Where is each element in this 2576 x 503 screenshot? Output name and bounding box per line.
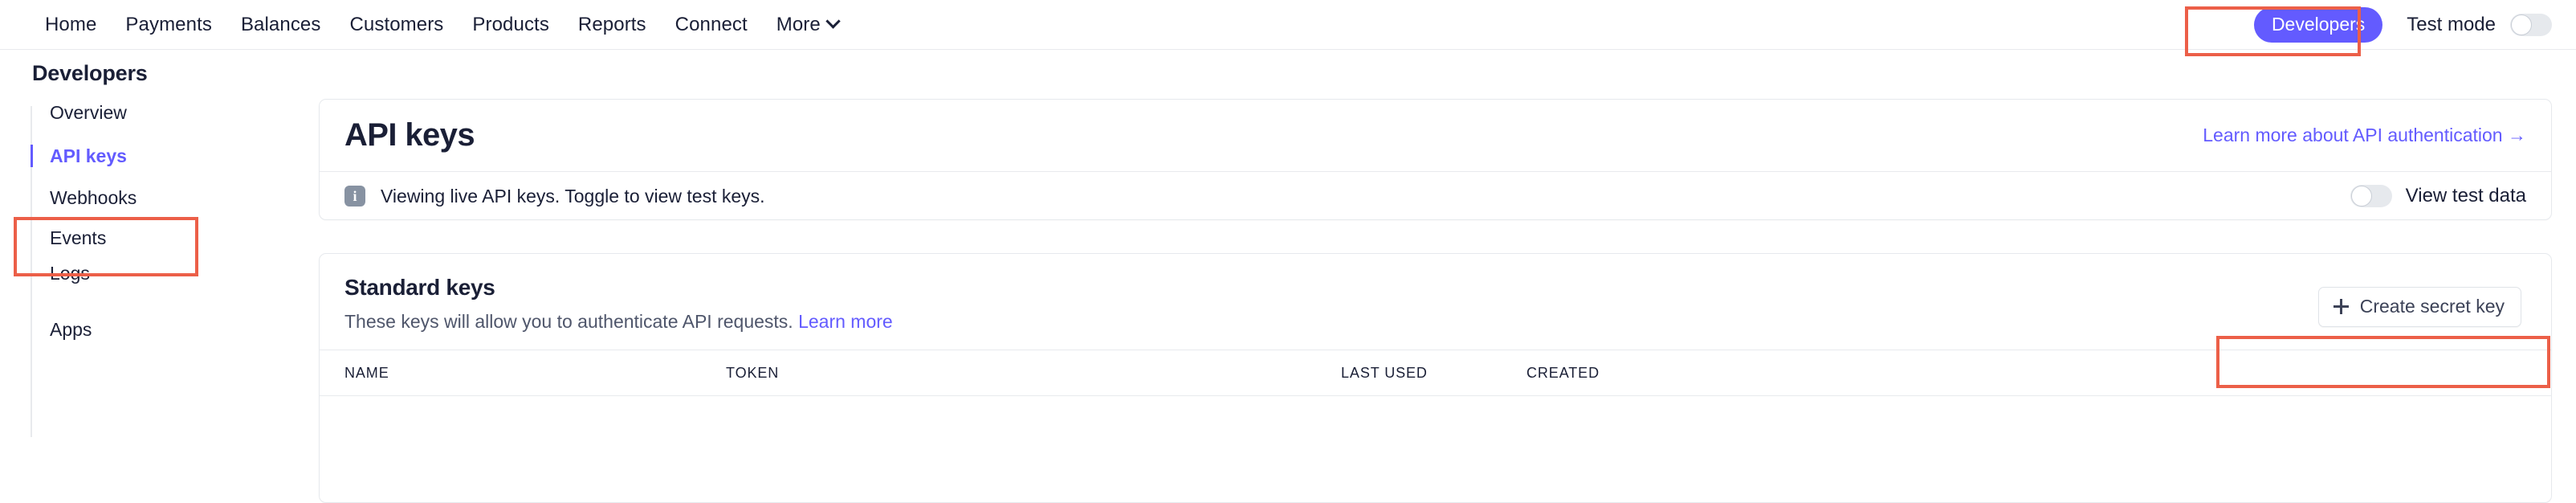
table-column-header-name: NAME [344, 365, 389, 381]
nav-item-label: Home [45, 13, 97, 35]
sidebar-item-webhooks[interactable]: Webhooks [31, 182, 271, 214]
table-column-header-last-used: LAST USED [1341, 365, 1428, 381]
banner-text: Viewing live API keys. Toggle to view te… [381, 185, 765, 207]
toggle-knob [2350, 186, 2372, 207]
plus-icon [2333, 299, 2349, 314]
toggle-knob [2511, 14, 2532, 35]
sidebar-item-apps[interactable]: Apps [31, 313, 271, 346]
page-title: API keys [344, 117, 475, 153]
nav-item-label: Balances [240, 13, 321, 35]
nav-item-label: More [776, 13, 821, 35]
create-secret-key-button[interactable]: Create secret key [2317, 287, 2521, 327]
sidebar-item-label: API keys [50, 145, 127, 166]
sidebar-item-api-keys[interactable]: API keys [31, 140, 271, 172]
nav-item-products[interactable]: Products [458, 9, 564, 41]
sidebar-item-logs[interactable]: Logs [31, 257, 271, 289]
learn-more-api-authentication-link[interactable]: Learn more about API authentication → [2203, 125, 2526, 146]
view-test-data-control: View test data [2350, 185, 2526, 207]
test-mode-control: Test mode [2407, 14, 2552, 36]
standard-keys-title: Standard keys [344, 275, 495, 300]
sidebar-item-label: Events [50, 227, 107, 248]
nav-item-connect[interactable]: Connect [661, 9, 762, 41]
view-test-data-toggle[interactable] [2350, 185, 2392, 207]
top-navigation-bar: Home Payments Balances Customers Product… [0, 0, 2576, 50]
view-test-data-label: View test data [2405, 185, 2526, 207]
nav-item-customers[interactable]: Customers [335, 9, 458, 41]
sidebar-title: Developers [32, 61, 148, 85]
top-nav-items: Home Payments Balances Customers Product… [31, 9, 853, 41]
keys-table-header-row: NAME TOKEN LAST USED CREATED [320, 350, 2551, 396]
standard-keys-learn-more-link[interactable]: Learn more [798, 311, 893, 332]
nav-item-reports[interactable]: Reports [564, 9, 661, 41]
sidebar-item-label: Logs [50, 262, 90, 284]
info-icon: i [344, 186, 365, 207]
api-keys-card: API keys Learn more about API authentica… [319, 99, 2552, 220]
nav-item-balances[interactable]: Balances [226, 9, 336, 41]
developers-button[interactable]: Developers [2253, 7, 2383, 43]
table-header-border [320, 395, 2551, 396]
nav-item-label: Customers [349, 13, 444, 35]
standard-keys-card: Standard keys These keys will allow you … [319, 253, 2552, 503]
main-content: API keys Learn more about API authentica… [319, 50, 2576, 503]
sidebar-item-events[interactable]: Events [31, 222, 271, 254]
nav-item-payments[interactable]: Payments [111, 9, 226, 41]
chevron-down-icon [825, 14, 841, 29]
live-keys-banner: i Viewing live API keys. Toggle to view … [320, 172, 2551, 220]
sidebar: Developers Overview API keys Webhooks Ev… [0, 50, 319, 503]
sidebar-item-label: Webhooks [50, 186, 137, 208]
nav-item-label: Reports [577, 13, 646, 35]
sidebar-item-label: Overview [50, 101, 127, 123]
standard-keys-description-text: These keys will allow you to authenticat… [344, 311, 793, 332]
standard-keys-description: These keys will allow you to authenticat… [344, 311, 2526, 333]
table-column-header-created: CREATED [1526, 365, 1600, 381]
standard-keys-header: Standard keys These keys will allow you … [320, 254, 2551, 350]
sidebar-item-overview[interactable]: Overview [31, 96, 271, 129]
nav-item-label: Payments [125, 13, 212, 35]
nav-item-label: Connect [675, 13, 748, 35]
sidebar-item-label: Apps [50, 318, 92, 340]
nav-item-label: Products [472, 13, 549, 35]
top-nav-actions: Developers Test mode [2253, 0, 2576, 50]
test-mode-toggle[interactable] [2510, 14, 2552, 36]
api-keys-card-header: API keys Learn more about API authentica… [320, 100, 2551, 171]
test-mode-label: Test mode [2407, 14, 2496, 35]
create-secret-key-label: Create secret key [2359, 296, 2505, 317]
nav-item-more[interactable]: More [762, 9, 853, 41]
nav-item-home[interactable]: Home [31, 9, 111, 41]
table-column-header-token: TOKEN [726, 365, 780, 381]
